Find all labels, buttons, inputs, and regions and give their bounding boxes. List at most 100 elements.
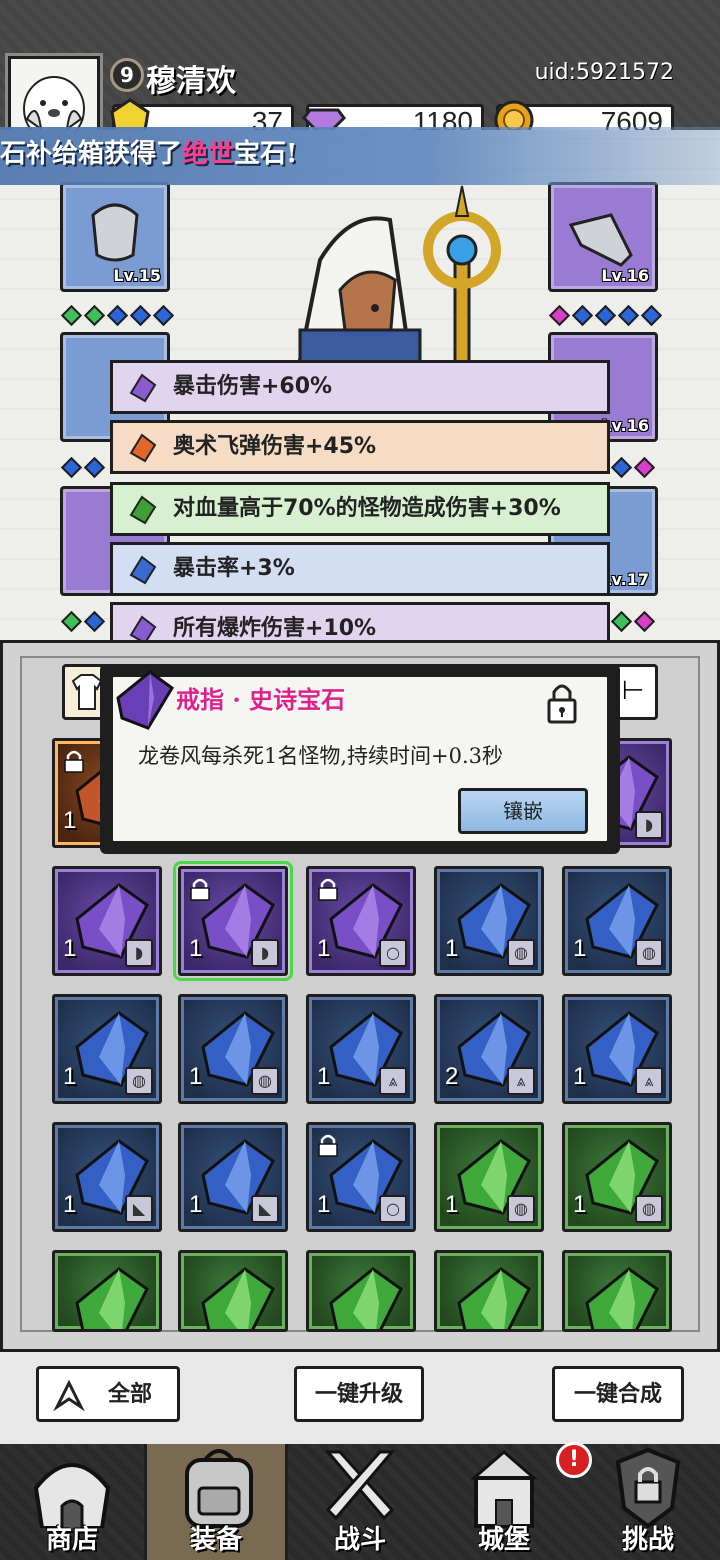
gem-quantity: 1 — [189, 1191, 203, 1218]
nav-equipment-label: 装备 — [189, 1525, 242, 1555]
gem-quantity: 1 — [573, 935, 587, 962]
affix-row: 暴击伤害+60% — [110, 360, 610, 414]
gem-quantity: 1 — [189, 1063, 203, 1090]
filter-all-label: 全部 — [107, 1381, 152, 1407]
nav-shop[interactable]: 商店 — [0, 1444, 144, 1560]
hero-character — [297, 185, 501, 380]
armor-gem-sockets — [60, 456, 106, 479]
gem-quantity: 1 — [317, 935, 331, 962]
inventory-gem-cell[interactable]: 1 ◍ — [562, 1122, 672, 1232]
affix-text: 所有爆炸伤害+10% — [173, 616, 377, 641]
ring-gem-sockets — [610, 610, 656, 633]
notification-banner: 石补给箱获得了绝世宝石! — [0, 127, 720, 185]
merge-all-button[interactable]: 一键合成 — [552, 1366, 684, 1422]
affix-text: 奥术飞弹伤害+45% — [173, 434, 377, 459]
affix-text: 暴击率+3% — [173, 556, 295, 581]
equip-slot-gloves[interactable]: Lv.16 — [548, 182, 658, 292]
inventory-gem-cell[interactable]: 1 ◍ — [178, 994, 288, 1104]
gloves-gem-sockets — [548, 304, 663, 327]
inventory-gem-cell[interactable]: 1 ◍ — [434, 1122, 544, 1232]
gem-quantity: 1 — [573, 1191, 587, 1218]
glove-type-icon: ◗ — [125, 939, 153, 967]
inventory-gem-cell[interactable]: 1 ○ — [306, 866, 416, 976]
player-uid: uid:5921572 — [534, 60, 674, 85]
helmet-type-icon: ◍ — [635, 939, 663, 967]
banner-prefix: 石补给箱获得了 — [0, 139, 183, 169]
green-gem-icon — [585, 1267, 659, 1329]
lock-toggle-icon[interactable] — [546, 680, 578, 724]
backpack-icon — [185, 1449, 253, 1528]
affix-text: 暴击伤害+60% — [173, 374, 333, 399]
inventory-gem-cell[interactable]: 1 ○ — [306, 1122, 416, 1232]
ring-type-icon: ○ — [379, 1195, 407, 1223]
nav-castle-label: 城堡 — [477, 1525, 530, 1555]
inventory-gem-cell[interactable]: 1 ◗ — [52, 866, 162, 976]
lock-icon — [318, 1134, 338, 1157]
crossed-swords-icon — [324, 1450, 396, 1521]
shop-icon — [33, 1463, 111, 1528]
inventory-gem-cell[interactable]: 1 ◍ — [562, 866, 672, 976]
nav-shop-label: 商店 — [45, 1525, 98, 1555]
inventory-gem-cell[interactable]: 1 ◗ — [173, 861, 293, 981]
banner-highlight: 绝世 — [182, 139, 235, 169]
green-gem-icon — [457, 1267, 531, 1329]
helmet-type-icon: ◍ — [507, 1195, 535, 1223]
inventory-gem-cell[interactable] — [562, 1250, 672, 1332]
affix-row: 暴击率+3% — [110, 542, 610, 596]
nav-castle[interactable]: 城堡 — [432, 1444, 576, 1560]
upgrade-all-button[interactable]: 一键升级 — [294, 1366, 424, 1422]
inventory-gem-cell[interactable]: 1 ⩓ — [562, 994, 672, 1104]
inventory-gem-cell[interactable] — [52, 1250, 162, 1332]
inventory-gem-cell[interactable]: 1 ⩓ — [306, 994, 416, 1104]
inventory-gem-cell[interactable]: 1 ◣ — [178, 1122, 288, 1232]
filter-all-button[interactable]: 全部 — [36, 1366, 180, 1422]
inventory-gem-cell[interactable]: 1 ◍ — [434, 866, 544, 976]
boots-type-icon: ◣ — [251, 1195, 279, 1223]
gem-quantity: 1 — [189, 935, 203, 962]
ring-type-icon: ○ — [379, 939, 407, 967]
nav-battle[interactable]: 战斗 — [288, 1444, 432, 1560]
armor-type-icon: ⩓ — [635, 1067, 663, 1095]
nav-challenge[interactable]: 挑战 — [576, 1444, 720, 1560]
nav-equipment[interactable]: 装备 — [144, 1444, 288, 1560]
green-gem-icon — [329, 1267, 403, 1329]
green-gem-icon — [75, 1267, 149, 1329]
player-level-badge: 9 — [110, 58, 144, 92]
gem-quantity: 1 — [63, 807, 77, 834]
tooltip-title: 戒指 · 史诗宝石 — [176, 685, 346, 714]
locked-shield-icon — [615, 1448, 681, 1528]
armor-type-icon: ⩓ — [507, 1067, 535, 1095]
embed-button[interactable]: 镶嵌 — [458, 788, 588, 834]
glove-type-icon: ◗ — [251, 939, 279, 967]
sort-tab-icon: ⊢ — [621, 676, 645, 706]
gem-quantity: 1 — [317, 1191, 331, 1218]
helmet-type-icon: ◍ — [125, 1067, 153, 1095]
helmet-type-icon: ◍ — [507, 939, 535, 967]
gem-quantity: 1 — [317, 1063, 331, 1090]
boots-gem-sockets — [60, 610, 106, 633]
affix-row: 奥术飞弹伤害+45% — [110, 420, 610, 474]
inventory-gem-cell[interactable]: 1 ◣ — [52, 1122, 162, 1232]
lock-icon — [190, 878, 210, 901]
inventory-gem-cell[interactable] — [306, 1250, 416, 1332]
boots-type-icon: ◣ — [125, 1195, 153, 1223]
blue-gem-icon — [129, 555, 157, 585]
inventory-gem-cell[interactable]: 1 ◍ — [52, 994, 162, 1104]
inventory-gem-cell[interactable] — [178, 1250, 288, 1332]
gem-quantity: 2 — [445, 1063, 459, 1090]
equip-level: Lv.16 — [601, 266, 649, 285]
gem-quantity: 1 — [63, 1063, 77, 1090]
affix-row: 对血量高于70%的怪物造成伤害+30% — [110, 482, 610, 536]
gem-quantity: 1 — [63, 935, 77, 962]
player-name: 穆清欢 — [146, 64, 236, 99]
gem-quantity: 1 — [63, 1191, 77, 1218]
inventory-gem-cell[interactable] — [434, 1250, 544, 1332]
nav-battle-label: 战斗 — [333, 1525, 386, 1555]
affix-text: 对血量高于70%的怪物造成伤害+30% — [173, 496, 561, 521]
inventory-gem-cell[interactable]: 2 ⩓ — [434, 994, 544, 1104]
equip-slot-helmet[interactable]: Lv.15 — [60, 182, 170, 292]
purple-gem-icon — [129, 373, 157, 403]
armor-type-icon: ⩓ — [379, 1067, 407, 1095]
lock-icon — [318, 878, 338, 901]
green-gem-icon — [201, 1267, 275, 1329]
